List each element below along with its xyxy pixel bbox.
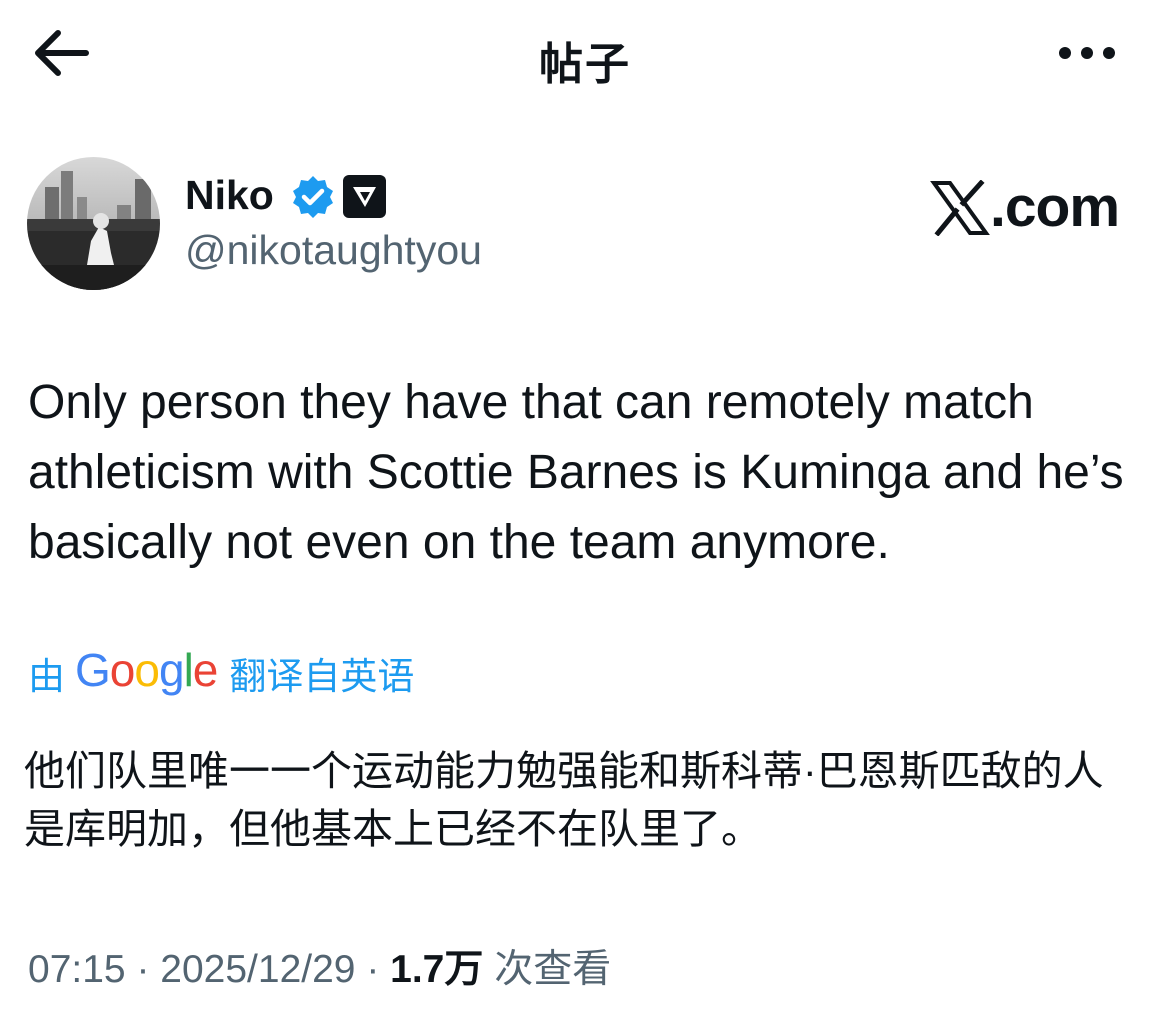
affiliate-badge-icon[interactable] xyxy=(342,174,387,219)
x-logo-icon xyxy=(930,180,990,236)
post-meta: 07:15 · 2025/12/29 · 1.7万 次查看 xyxy=(28,938,611,994)
translated-text: 他们队里唯一一个运动能力勉强能和斯科蒂·巴恩斯匹敌的人是库明加，但他基本上已经不… xyxy=(24,748,1104,852)
post-time: 07:15 xyxy=(28,948,126,991)
more-horizontal-icon xyxy=(1059,47,1115,59)
author-name[interactable]: Niko xyxy=(185,172,274,219)
more-options-button[interactable] xyxy=(1052,30,1122,76)
translate-attribution[interactable]: 由 Google 翻译自英语 xyxy=(28,644,415,701)
translated-from-label: 翻译自英语 xyxy=(229,656,415,697)
post-date: 2025/12/29 xyxy=(160,948,356,991)
page-title: 帖子 xyxy=(539,40,631,89)
translated-by-label: 由 xyxy=(28,656,65,697)
meta-separator: · xyxy=(125,948,161,991)
meta-separator: · xyxy=(355,948,391,991)
google-logo: Google xyxy=(75,644,218,696)
views-count[interactable]: 1.7万 xyxy=(390,948,483,991)
avatar[interactable] xyxy=(27,157,160,290)
verified-badge-icon xyxy=(290,174,336,220)
watermark-domain: .com xyxy=(990,175,1120,239)
tweet-text: Only person they have that can remotely … xyxy=(28,376,1124,569)
author-handle[interactable]: @nikotaughtyou xyxy=(185,227,482,274)
views-label: 次查看 xyxy=(483,948,612,991)
